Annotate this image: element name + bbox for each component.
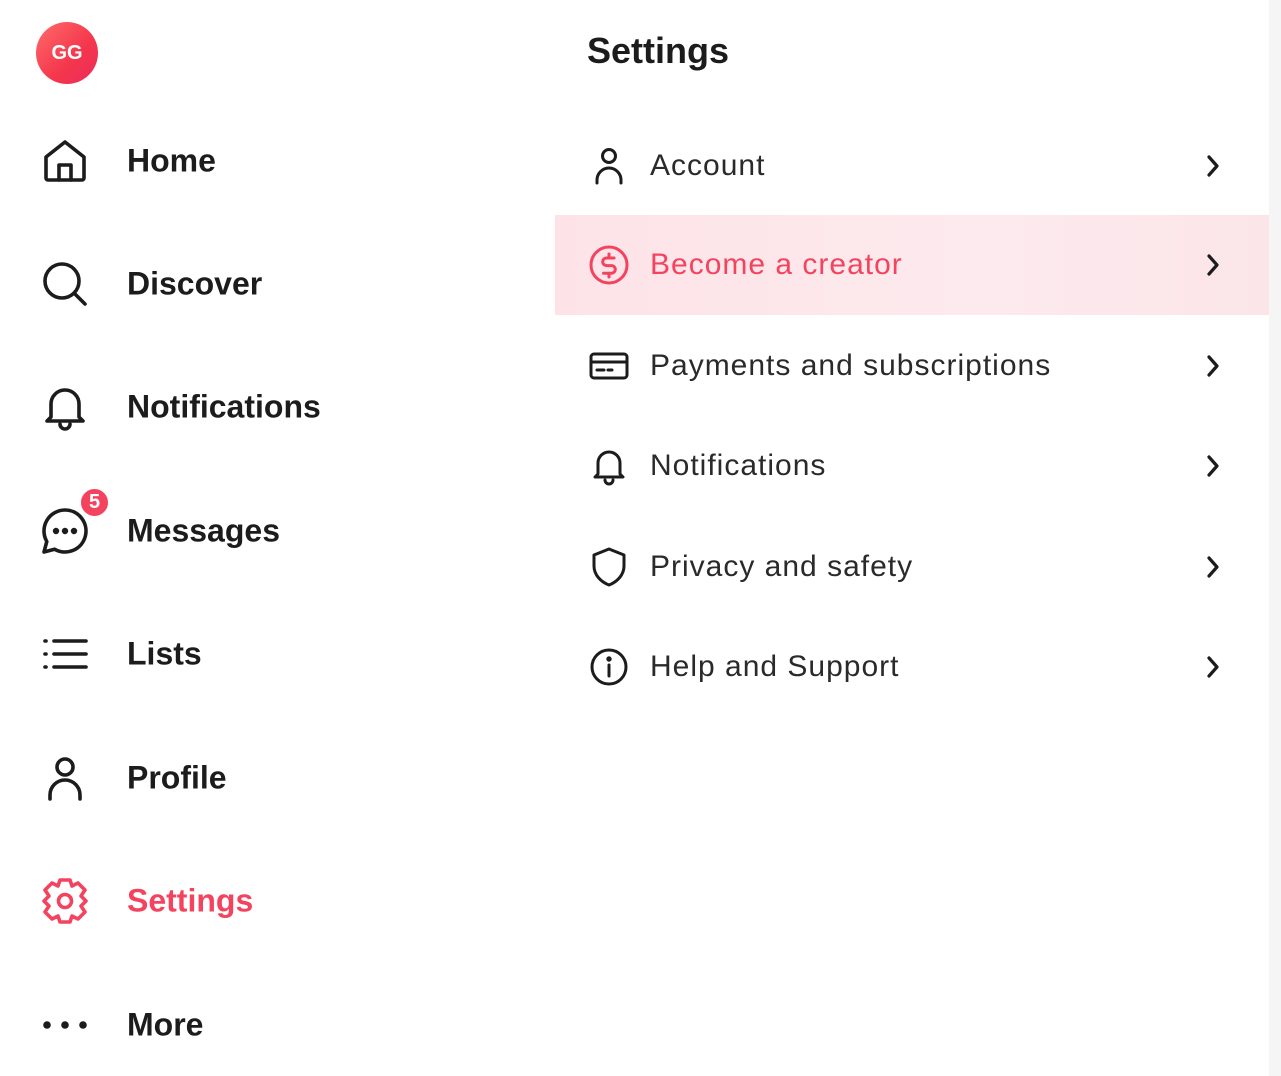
nav-label-home: Home (127, 142, 216, 179)
chevron-right-icon (1201, 451, 1225, 481)
settings-row-account[interactable]: Account (555, 116, 1269, 216)
chat-icon (40, 506, 90, 556)
chevron-right-icon (1201, 652, 1225, 682)
settings-panel: Settings Account Become a creator Paymen… (555, 0, 1269, 1076)
nav-label-messages: Messages (127, 512, 280, 549)
bell-icon (40, 382, 90, 432)
settings-row-label: Notifications (650, 449, 827, 482)
chevron-right-icon (1201, 151, 1225, 181)
chevron-right-icon (1201, 250, 1225, 280)
dollar-circle-icon (587, 243, 631, 287)
settings-row-label: Account (650, 149, 766, 182)
chevron-right-icon (1201, 552, 1225, 582)
settings-row-notifications[interactable]: Notifications (555, 416, 1269, 516)
nav-item-profile[interactable]: Profile (0, 728, 555, 828)
search-icon (40, 259, 90, 309)
nav-item-home[interactable]: Home (0, 111, 555, 211)
nav-item-notifications[interactable]: Notifications (0, 357, 555, 457)
person-icon (40, 753, 90, 803)
settings-row-payments[interactable]: Payments and subscriptions (555, 316, 1269, 416)
nav-item-settings[interactable]: Settings (0, 851, 555, 951)
more-dots-icon (40, 1000, 90, 1050)
home-icon (40, 136, 90, 186)
nav-item-more[interactable]: More (0, 975, 555, 1075)
nav-item-lists[interactable]: Lists (0, 604, 555, 704)
settings-row-label: Privacy and safety (650, 550, 914, 583)
list-icon (40, 629, 90, 679)
nav-label-more: More (127, 1006, 204, 1043)
messages-unread-badge: 5 (79, 487, 110, 518)
nav-label-discover: Discover (127, 265, 263, 302)
settings-row-become-creator[interactable]: Become a creator (555, 215, 1269, 315)
gear-icon (40, 876, 90, 926)
page-title: Settings (587, 30, 730, 71)
bell-icon (587, 444, 631, 488)
settings-row-label: Payments and subscriptions (650, 349, 1052, 382)
nav-label-settings: Settings (127, 882, 254, 919)
info-icon (587, 645, 631, 689)
nav-label-profile: Profile (127, 759, 227, 796)
settings-row-help[interactable]: Help and Support (555, 617, 1269, 717)
nav-label-lists: Lists (127, 635, 202, 672)
settings-row-privacy[interactable]: Privacy and safety (555, 517, 1269, 617)
settings-row-label: Become a creator (650, 248, 903, 281)
card-icon (587, 344, 631, 388)
chevron-right-icon (1201, 351, 1225, 381)
avatar[interactable]: GG (36, 22, 98, 84)
person-icon (587, 144, 631, 188)
scroll-gutter (1269, 0, 1281, 1076)
nav-item-discover[interactable]: Discover (0, 234, 555, 334)
sidebar: GG Home Discover Notifications Messages … (0, 0, 555, 1076)
shield-icon (587, 545, 631, 589)
nav-label-notifications: Notifications (127, 388, 321, 425)
settings-row-label: Help and Support (650, 650, 900, 683)
